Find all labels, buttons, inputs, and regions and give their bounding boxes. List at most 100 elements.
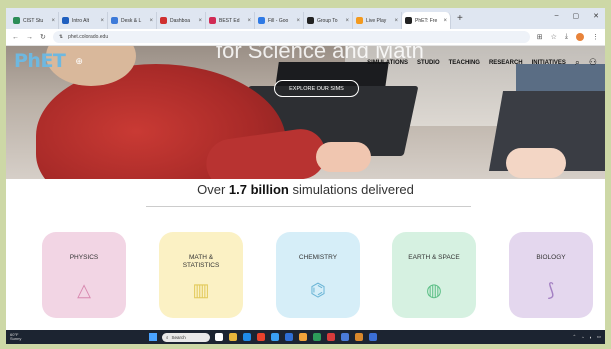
- subject-card-biology[interactable]: BIOLOGY ⟆: [509, 232, 593, 318]
- tab-label: Fill - Goo: [268, 17, 289, 24]
- taskbar-search[interactable]: ⌕ Search: [162, 332, 210, 342]
- nav-item-simulations[interactable]: SIMULATIONS: [367, 60, 408, 66]
- site-navbar: PhET ⊕ SIMULATIONS STUDIO TEACHING RESEARCH…: [6, 46, 605, 76]
- tab-label: Group To: [317, 17, 338, 24]
- taskbar-app-icon[interactable]: [257, 333, 265, 341]
- windows-start-icon[interactable]: [149, 333, 157, 341]
- taskbar-app-icon[interactable]: [229, 333, 237, 341]
- tab-label: BEST Ed: [219, 17, 240, 24]
- subject-label: MATH & STATISTICS: [182, 254, 220, 270]
- tab-label: PhET: Fre: [415, 17, 438, 24]
- taskbar-search-label: Search: [171, 334, 186, 340]
- subject-card-physics[interactable]: PHYSICS △: [42, 232, 126, 318]
- profile-avatar[interactable]: [576, 33, 584, 41]
- url-field[interactable]: ⇅ phet.colorado.edu: [52, 31, 530, 43]
- tab-close-icon[interactable]: ×: [394, 18, 398, 24]
- browser-tab[interactable]: BEST Ed ×: [206, 12, 255, 29]
- subject-icon: ⌬: [310, 280, 326, 300]
- explore-sims-button[interactable]: EXPLORE OUR SIMS: [274, 80, 359, 97]
- site-info-icon[interactable]: ⇅: [59, 34, 63, 40]
- tab-close-icon[interactable]: ×: [51, 18, 55, 24]
- subject-icon: ◍: [426, 280, 442, 300]
- tab-favicon-icon: [209, 17, 216, 24]
- phet-logo[interactable]: PhET: [14, 50, 66, 72]
- subject-icon: △: [77, 280, 91, 300]
- browser-tab[interactable]: CIST Stu ×: [10, 12, 59, 29]
- hero-photo-hand2: [506, 148, 566, 178]
- subject-label: BIOLOGY: [536, 254, 566, 261]
- close-window-button[interactable]: ✕: [593, 12, 599, 20]
- back-icon[interactable]: ←: [12, 34, 19, 41]
- taskbar-app-icon[interactable]: [313, 333, 321, 341]
- taskbar-app-icon[interactable]: [341, 333, 349, 341]
- taskbar-app-icon[interactable]: [271, 333, 279, 341]
- taskbar-app-icon[interactable]: [285, 333, 293, 341]
- tab-favicon-icon: [356, 17, 363, 24]
- taskbar-app-icon[interactable]: [327, 333, 335, 341]
- wifi-icon[interactable]: ◔: [581, 335, 584, 340]
- taskbar-app-icon[interactable]: [369, 333, 377, 341]
- tab-close-icon[interactable]: ×: [100, 18, 104, 24]
- tab-close-icon[interactable]: ×: [198, 18, 202, 24]
- subject-card-earth[interactable]: EARTH & SPACE ◍: [392, 232, 476, 318]
- hero-photo-hand: [316, 142, 371, 172]
- new-tab-button[interactable]: +: [457, 13, 463, 24]
- taskbar-app-icon[interactable]: [355, 333, 363, 341]
- tab-favicon-icon: [258, 17, 265, 24]
- taskbar: 60°F Sunny ⌕ Search ⌃ ◔ ◖ ▭: [6, 330, 605, 344]
- stats-count: 1.7 billion: [228, 182, 289, 197]
- tab-close-icon[interactable]: ×: [443, 18, 447, 24]
- account-icon[interactable]: ⚇: [589, 57, 597, 68]
- subject-card-chemistry[interactable]: CHEMISTRY ⌬: [276, 232, 360, 318]
- system-tray: ⌃ ◔ ◖ ▭: [573, 334, 601, 340]
- browser-tab[interactable]: Group To ×: [304, 12, 353, 29]
- minimize-button[interactable]: –: [555, 12, 559, 20]
- main-nav: SIMULATIONS STUDIO TEACHING RESEARCH INITIAT…: [367, 57, 597, 68]
- tab-close-icon[interactable]: ×: [149, 18, 153, 24]
- tab-favicon-icon: [160, 17, 167, 24]
- tab-label: CIST Stu: [23, 17, 44, 24]
- weather-condition: Sunny: [10, 336, 22, 341]
- weather-widget[interactable]: 60°F Sunny: [10, 332, 48, 341]
- tab-favicon-icon: [111, 17, 118, 24]
- forward-icon[interactable]: →: [26, 34, 33, 41]
- nav-item-research[interactable]: RESEARCH: [489, 60, 523, 66]
- volume-icon[interactable]: ◖: [589, 335, 592, 340]
- maximize-button[interactable]: ▢: [573, 12, 580, 20]
- tab-close-icon[interactable]: ×: [296, 18, 300, 24]
- bookmark-star-icon[interactable]: ☆: [551, 33, 557, 41]
- tray-chevron-icon[interactable]: ⌃: [573, 334, 577, 340]
- browser-tab[interactable]: Desk & L ×: [108, 12, 157, 29]
- taskbar-app-icon[interactable]: [243, 333, 251, 341]
- battery-icon[interactable]: ▭: [597, 334, 601, 340]
- search-icon: ⌕: [166, 334, 169, 340]
- stats-prefix: Over: [197, 182, 229, 197]
- divider: [146, 206, 471, 207]
- reload-icon[interactable]: ↻: [40, 33, 46, 41]
- browser-tab[interactable]: Live Play ×: [353, 12, 402, 29]
- nav-item-initiatives[interactable]: INITIATIVES: [532, 60, 566, 66]
- tab-close-icon[interactable]: ×: [345, 18, 349, 24]
- taskbar-apps: [215, 333, 377, 341]
- menu-icon[interactable]: ⋮: [592, 33, 599, 41]
- subject-card-math[interactable]: MATH & STATISTICS ▥: [159, 232, 243, 318]
- browser-tab[interactable]: Fill - Goo ×: [255, 12, 304, 29]
- tab-label: Dashboa: [170, 17, 191, 24]
- nav-item-teaching[interactable]: TEACHING: [449, 60, 480, 66]
- browser-tab[interactable]: Intro Alt ×: [59, 12, 108, 29]
- tab-close-icon[interactable]: ×: [247, 18, 251, 24]
- browser-tab[interactable]: PhET: Fre ×: [402, 12, 451, 29]
- site-search-icon[interactable]: ⌕: [575, 57, 580, 68]
- nav-item-studio[interactable]: STUDIO: [417, 60, 440, 66]
- taskbar-app-icon[interactable]: [215, 333, 223, 341]
- subject-icon: ▥: [192, 280, 210, 300]
- language-icon[interactable]: ⊕: [75, 56, 83, 67]
- translate-icon[interactable]: ⊞: [537, 33, 543, 41]
- url-text: phet.colorado.edu: [68, 34, 109, 40]
- address-bar: ← → ↻ ⇅ phet.colorado.edu ⊞ ☆ ⤓ ⋮: [6, 29, 605, 46]
- taskbar-app-icon[interactable]: [299, 333, 307, 341]
- browser-tab[interactable]: Dashboa ×: [157, 12, 206, 29]
- subject-cards: PHYSICS △ MATH & STATISTICS ▥ CHEMISTRY ⌬ EART…: [6, 232, 605, 322]
- download-icon[interactable]: ⤓: [565, 33, 568, 41]
- tab-favicon-icon: [62, 17, 69, 24]
